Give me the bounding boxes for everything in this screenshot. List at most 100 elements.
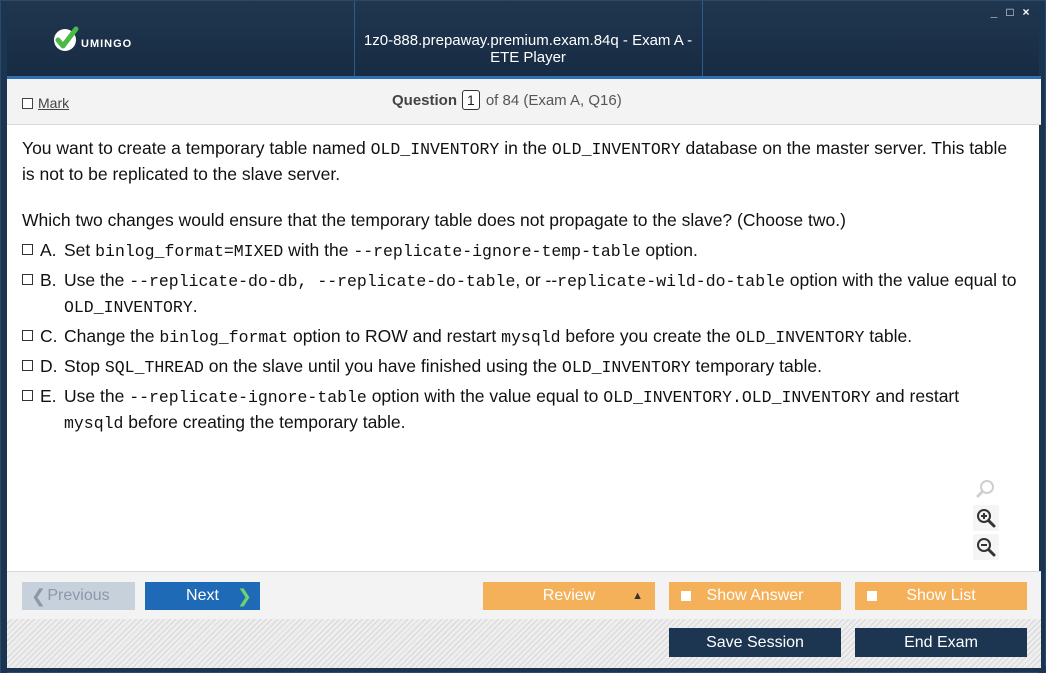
answer-checkbox[interactable] xyxy=(22,330,33,341)
answer-checkbox[interactable] xyxy=(22,360,33,371)
text-run: Use the xyxy=(64,270,130,290)
text-run: before creating the temporary table. xyxy=(123,412,406,432)
navigation-bar: ❮ Previous Next ❯ Review ▲ Show Answer S… xyxy=(7,571,1041,619)
code-text: binlog_format=MIXED xyxy=(95,242,284,261)
option-label: E. xyxy=(40,386,57,406)
text-run: , or -- xyxy=(515,270,558,290)
maximize-button[interactable]: □ xyxy=(1005,5,1015,19)
save-session-button[interactable]: Save Session xyxy=(669,628,841,657)
mark-label: Mark xyxy=(38,95,70,111)
code-text: mysqld xyxy=(501,328,561,347)
window-controls: _ □ × xyxy=(989,5,1031,19)
text-run: option with the value equal to xyxy=(784,270,1017,290)
text-run: option. xyxy=(640,240,698,260)
app-window: UMINGO 1z0-888.prepaway.premium.exam.84q… xyxy=(0,0,1046,673)
previous-label: Previous xyxy=(47,587,110,604)
footer-bar: Save Session End Exam xyxy=(7,619,1041,668)
option-label: D. xyxy=(40,356,58,376)
text-run: table. xyxy=(864,326,913,346)
window-title: 1z0-888.prepaway.premium.exam.84q - Exam… xyxy=(363,32,693,66)
option-label: A. xyxy=(40,240,57,260)
option-text: Set binlog_format=MIXED with the --repli… xyxy=(64,238,1022,264)
caret-up-icon: ▲ xyxy=(632,590,643,602)
option-text: Change the binlog_format option to ROW a… xyxy=(64,324,1022,350)
text-run: Set xyxy=(64,240,96,260)
show-answer-label: Show Answer xyxy=(706,587,804,604)
code-text: binlog_format xyxy=(159,328,289,347)
logo-text: UMINGO xyxy=(81,38,133,50)
answer-checkbox[interactable] xyxy=(22,274,33,285)
text-run: temporary table. xyxy=(690,356,822,376)
review-button[interactable]: Review ▲ xyxy=(483,582,655,610)
text-run: option to ROW and restart xyxy=(288,326,502,346)
question-of-label: of 84 (Exam A, Q16) xyxy=(485,91,622,109)
option-label: C. xyxy=(40,326,58,346)
end-exam-button[interactable]: End Exam xyxy=(855,628,1027,657)
code-text: OLD_INVENTORY.OLD_INVENTORY xyxy=(603,388,871,407)
code-text: SQL_THREAD xyxy=(104,358,204,377)
next-label: Next xyxy=(186,587,219,604)
minimize-button[interactable]: _ xyxy=(989,5,999,19)
chevron-right-icon: ❯ xyxy=(236,585,252,606)
code-text: --replicate-ignore-temp-table xyxy=(353,242,641,261)
answer-checkbox[interactable] xyxy=(22,390,33,401)
option-label: B. xyxy=(40,270,57,290)
code-text: OLD_INVENTORY xyxy=(64,298,193,317)
text-run: on the slave until you have finished usi… xyxy=(203,356,562,376)
show-list-button[interactable]: Show List xyxy=(855,582,1027,610)
checkbox-icon xyxy=(22,97,33,109)
answer-checkbox[interactable] xyxy=(22,244,33,255)
checkmark-logo-icon xyxy=(54,26,79,51)
text-run: option with the value equal to xyxy=(366,386,604,406)
question-indicator: Question 1 of 84 (Exam A, Q16) xyxy=(392,90,622,110)
previous-button[interactable]: ❮ Previous xyxy=(22,582,135,610)
answer-options: A. Set binlog_format=MIXED with the --rep… xyxy=(22,238,1022,436)
text-run: with the xyxy=(283,240,354,260)
question-label: Question xyxy=(392,91,458,109)
question-stem: You want to create a temporary table nam… xyxy=(22,136,1022,186)
zoom-out-icon[interactable] xyxy=(973,534,999,560)
title-bar: UMINGO 1z0-888.prepaway.premium.exam.84q… xyxy=(7,1,1041,76)
close-button[interactable]: × xyxy=(1021,5,1031,19)
code-text: mysqld xyxy=(64,414,124,433)
text-run: Use the xyxy=(64,386,130,406)
answer-option[interactable]: C. Change the binlog_format option to ROW… xyxy=(22,324,1022,350)
text-run: before you create the xyxy=(560,326,736,346)
show-list-label: Show List xyxy=(906,587,976,604)
option-text: Use the --replicate-ignore-table option … xyxy=(64,384,1022,436)
show-answer-button[interactable]: Show Answer xyxy=(669,582,841,610)
answer-option[interactable]: A. Set binlog_format=MIXED with the --rep… xyxy=(22,238,1022,264)
answer-option[interactable]: E. Use the --replicate-ignore-table optio… xyxy=(22,384,1022,436)
answer-option[interactable]: D. Stop SQL_THREAD on the slave until you… xyxy=(22,354,1022,380)
option-text: Use the --replicate-do-db, --replicate-d… xyxy=(64,268,1022,320)
code-text: replicate-wild-do-table xyxy=(557,272,785,291)
text-run: Stop xyxy=(64,356,105,376)
zoom-tools xyxy=(973,476,1001,563)
code-text: OLD_INVENTORY xyxy=(370,140,500,159)
code-text: --replicate-do-db, --replicate-do-table xyxy=(129,272,516,291)
question-body: You want to create a temporary table nam… xyxy=(22,136,1022,440)
text-run: in the xyxy=(499,138,552,158)
question-number-input[interactable]: 1 xyxy=(462,90,480,110)
text-run: and restart xyxy=(870,386,960,406)
option-text: Stop SQL_THREAD on the slave until you h… xyxy=(64,354,1022,380)
code-text: OLD_INVENTORY xyxy=(561,358,691,377)
checkbox-icon xyxy=(681,591,691,601)
question-header: Mark Question 1 of 84 (Exam A, Q16) xyxy=(7,79,1041,125)
answer-option[interactable]: B. Use the --replicate-do-db, --replicate… xyxy=(22,268,1022,320)
code-text: OLD_INVENTORY xyxy=(551,140,681,159)
zoom-in-icon[interactable] xyxy=(973,505,999,531)
search-zoom-icon[interactable] xyxy=(973,476,999,502)
code-text: --replicate-ignore-table xyxy=(129,388,367,407)
text-run: You want to create a temporary table nam… xyxy=(22,138,371,158)
checkbox-icon xyxy=(867,591,877,601)
mark-checkbox[interactable]: Mark xyxy=(22,95,69,111)
code-text: OLD_INVENTORY xyxy=(735,328,865,347)
next-button[interactable]: Next ❯ xyxy=(145,582,260,610)
chevron-left-icon: ❮ xyxy=(31,585,47,606)
review-label: Review xyxy=(542,587,596,604)
text-run: Change the xyxy=(64,326,160,346)
text-run: . xyxy=(192,296,198,316)
question-prompt: Which two changes would ensure that the … xyxy=(22,210,846,230)
vumingo-logo: UMINGO xyxy=(51,25,132,55)
